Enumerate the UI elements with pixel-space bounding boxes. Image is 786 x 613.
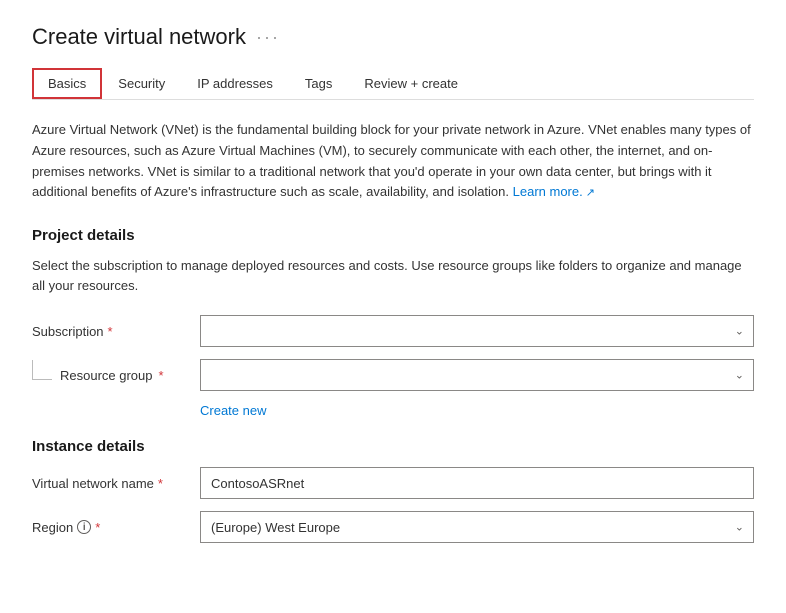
page-title: Create virtual network — [32, 24, 246, 50]
tab-review-create[interactable]: Review + create — [348, 68, 474, 99]
vnet-name-input[interactable] — [200, 467, 754, 499]
project-details-description: Select the subscription to manage deploy… — [32, 256, 754, 295]
region-select[interactable]: (Europe) West Europe (US) East US (US) W… — [200, 511, 754, 543]
tab-security[interactable]: Security — [102, 68, 181, 99]
tab-ip-addresses[interactable]: IP addresses — [181, 68, 289, 99]
vnet-name-required-star: * — [158, 476, 163, 491]
region-group: Region i * (Europe) West Europe (US) Eas… — [32, 511, 754, 543]
instance-details-section: Instance details Virtual network name * … — [32, 438, 754, 543]
project-details-section: Project details Select the subscription … — [32, 227, 754, 418]
page-header: Create virtual network ··· — [32, 24, 754, 50]
vnet-name-label: Virtual network name * — [32, 476, 192, 491]
more-options-dots[interactable]: ··· — [256, 27, 280, 48]
tab-tags[interactable]: Tags — [289, 68, 348, 99]
vnet-description: Azure Virtual Network (VNet) is the fund… — [32, 120, 754, 203]
subscription-label: Subscription * — [32, 324, 192, 339]
create-new-row: Create new — [196, 403, 754, 418]
subscription-group: Subscription * ⌄ — [32, 315, 754, 347]
region-select-wrapper: (Europe) West Europe (US) East US (US) W… — [200, 511, 754, 543]
vnet-name-group: Virtual network name * — [32, 467, 754, 499]
subscription-required-star: * — [108, 324, 113, 339]
project-details-title: Project details — [32, 227, 754, 244]
subscription-select-wrapper: ⌄ — [200, 315, 754, 347]
region-label: Region i * — [32, 520, 192, 535]
subscription-select[interactable] — [200, 315, 754, 347]
create-new-link[interactable]: Create new — [200, 403, 266, 418]
vnet-name-input-wrapper — [200, 467, 754, 499]
resource-group-group: Resource group * ⌄ — [32, 359, 754, 391]
resource-group-select[interactable] — [200, 359, 754, 391]
instance-details-title: Instance details — [32, 438, 754, 455]
region-info-icon[interactable]: i — [77, 520, 91, 534]
tab-basics[interactable]: Basics — [32, 68, 102, 99]
learn-more-link[interactable]: Learn more. — [513, 184, 595, 199]
region-required-star: * — [95, 520, 100, 535]
resource-group-select-wrapper: ⌄ — [200, 359, 754, 391]
resource-group-required-star: * — [159, 368, 164, 383]
resource-group-label-area: Resource group * — [32, 368, 192, 383]
tab-bar: Basics Security IP addresses Tags Review… — [32, 68, 754, 100]
description-text: Azure Virtual Network (VNet) is the fund… — [32, 122, 751, 199]
